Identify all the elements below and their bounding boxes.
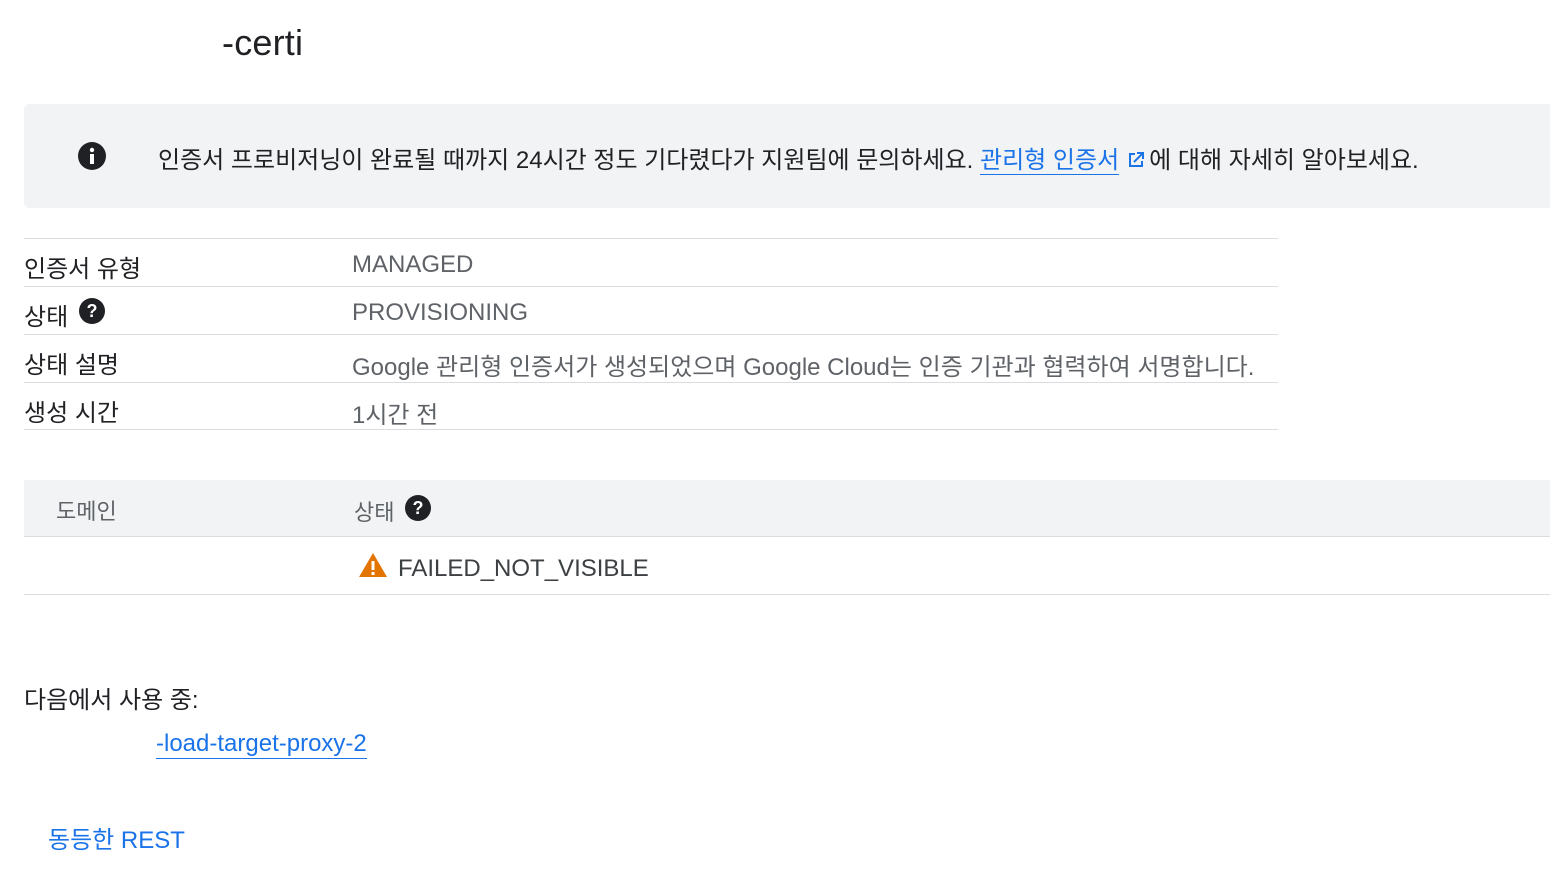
external-link-icon[interactable]: [1125, 149, 1147, 178]
table-header: 도메인 상태 ?: [24, 480, 1550, 537]
column-header-domain: 도메인: [56, 499, 117, 524]
properties-table: 인증서 유형 MANAGED 상태 ? PROVISIONING 상태 설명 G…: [24, 238, 1278, 430]
property-value: Google 관리형 인증서가 생성되었으며 Google Cloud는 인증 …: [352, 354, 1255, 381]
info-icon: [77, 141, 107, 171]
table-row: FAILED_NOT_VISIBLE: [24, 537, 1550, 595]
property-value: MANAGED: [352, 251, 474, 278]
domain-status: FAILED_NOT_VISIBLE: [358, 551, 649, 586]
domain-status-table: 도메인 상태 ? FAILED_NOT_VISIBLE: [24, 480, 1550, 595]
svg-text:?: ?: [413, 498, 424, 518]
domain-status-text: FAILED_NOT_VISIBLE: [398, 554, 649, 582]
property-row-type: 인증서 유형 MANAGED: [24, 238, 1278, 286]
property-value: PROVISIONING: [352, 299, 529, 326]
property-row-created: 생성 시간 1시간 전: [24, 382, 1278, 430]
banner-message: 인증서 프로비저닝이 완료될 때까지 24시간 정도 기다렸다가 지원팀에 문의…: [158, 140, 1419, 178]
property-label: 생성 시간: [24, 400, 119, 427]
managed-certificate-link[interactable]: 관리형 인증서: [980, 147, 1120, 175]
property-row-status: 상태 ? PROVISIONING: [24, 286, 1278, 334]
property-label: 상태 설명: [24, 352, 119, 379]
property-value: 1시간 전: [352, 402, 439, 429]
svg-text:?: ?: [87, 301, 98, 321]
column-header-status-wrap: 상태 ?: [354, 494, 432, 528]
help-icon[interactable]: ?: [78, 297, 106, 332]
warning-icon: [358, 551, 398, 586]
property-label: 상태: [24, 304, 69, 331]
help-icon[interactable]: ?: [404, 494, 432, 528]
property-label: 인증서 유형: [24, 256, 142, 283]
column-header-status: 상태: [354, 500, 395, 525]
banner-suffix: 에 대해 자세히 알아보세요.: [1149, 147, 1419, 174]
property-row-status-description: 상태 설명 Google 관리형 인증서가 생성되었으며 Google Clou…: [24, 334, 1278, 382]
banner-text: 인증서 프로비저닝이 완료될 때까지 24시간 정도 기다렸다가 지원팀에 문의…: [158, 147, 981, 174]
page-title: -certi: [222, 22, 304, 63]
property-label-wrap: 상태 ?: [24, 297, 106, 332]
target-proxy-link[interactable]: -load-target-proxy-2: [156, 730, 367, 759]
equivalent-rest-link[interactable]: 동등한 REST: [48, 820, 185, 855]
used-by-label: 다음에서 사용 중:: [24, 687, 199, 714]
